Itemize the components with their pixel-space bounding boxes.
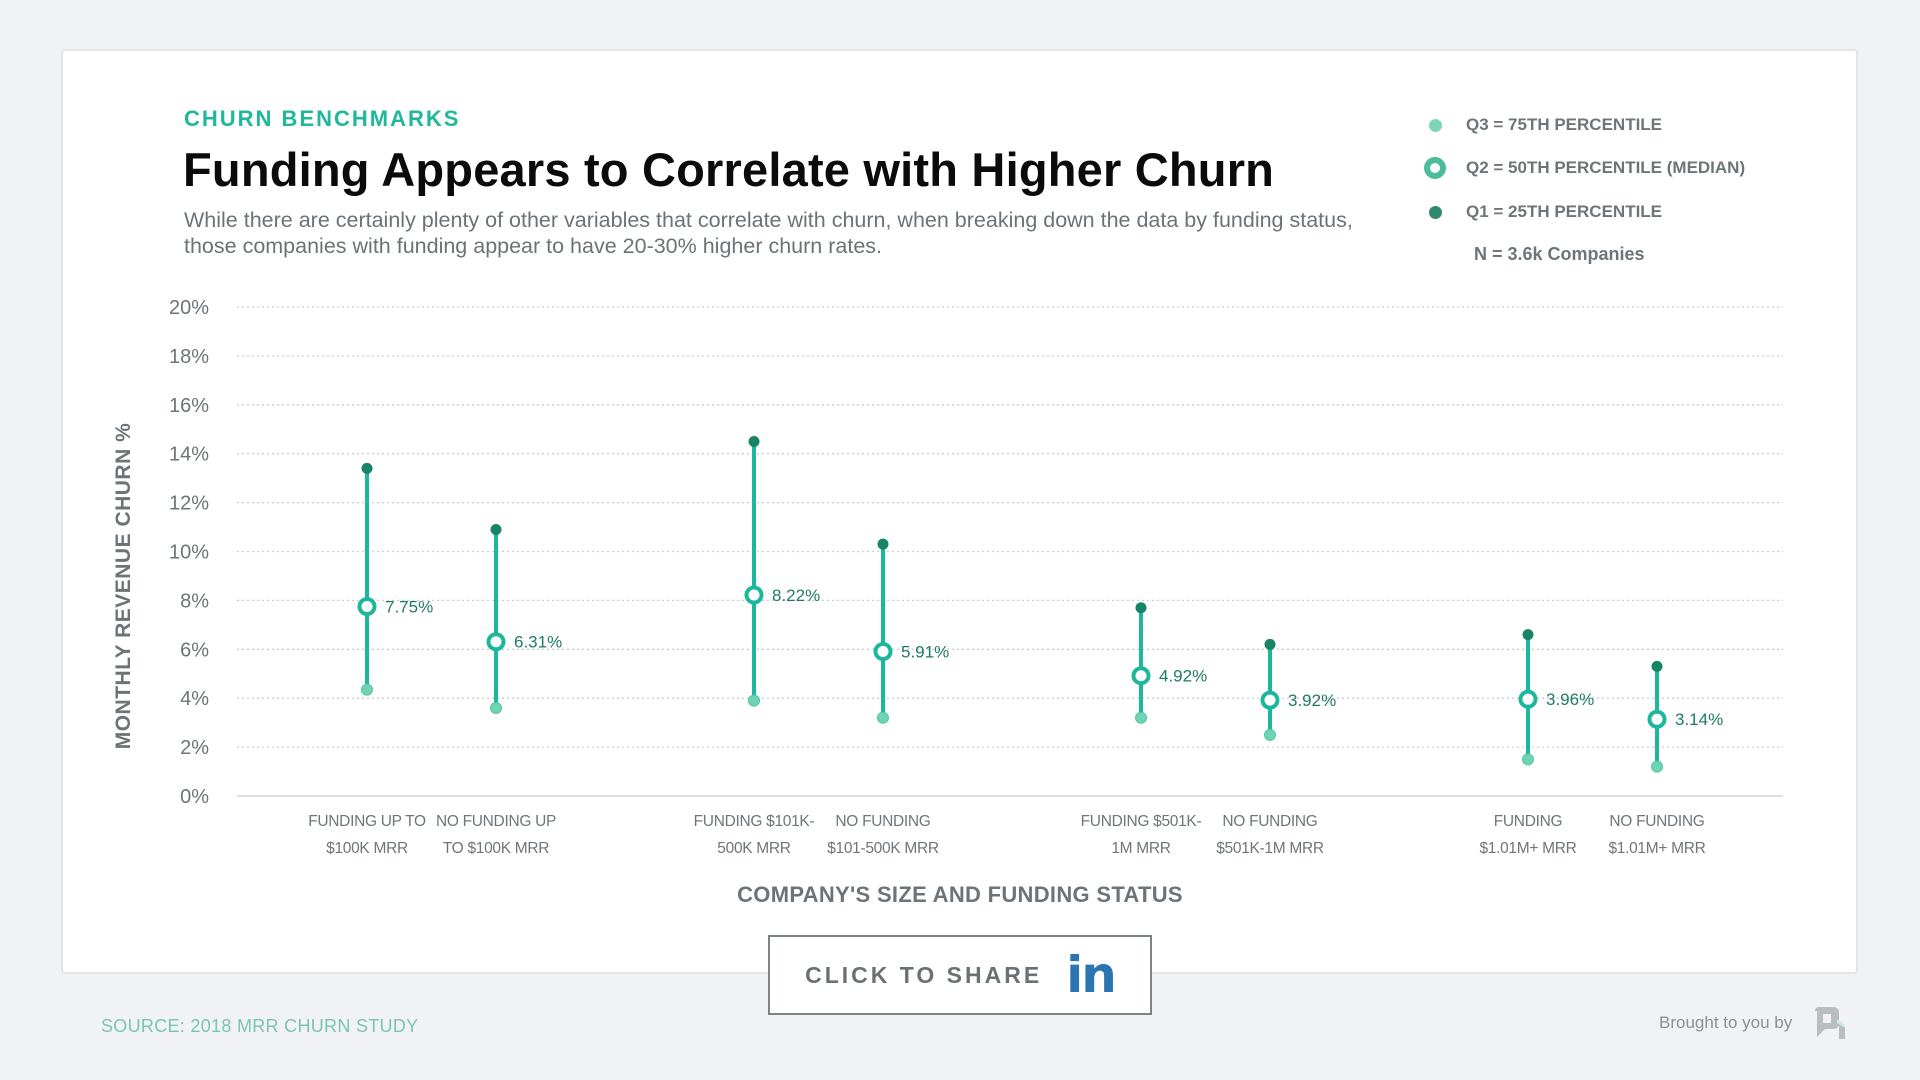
median-marker [1260,690,1280,710]
median-marker [1518,689,1538,709]
x-tick-label-line: NO FUNDING [1222,813,1317,830]
range-mark: 3.14% [1647,660,1723,773]
linkedin-icon: in [1066,946,1117,1004]
x-tick-label: FUNDING UP TO $100K MRR [308,813,426,857]
median-value-label: 4.92% [1159,667,1207,686]
grid-layer [237,306,1783,797]
y-tick-label: 8% [180,590,209,612]
x-tick-label-line: NO FUNDING [835,813,930,830]
y-tick-label: 4% [180,688,209,710]
median-marker [1647,709,1667,729]
x-tick-label: NO FUNDING $101-500K MRR [827,813,939,857]
median-marker [486,632,506,652]
range-mark: 8.22% [744,435,820,707]
y-tick-label: 2% [180,737,209,759]
y-tick-label: 0% [180,786,209,808]
median-marker [873,642,893,662]
x-tick-label-line: TO $100K MRR [443,840,549,857]
x-tick-label: FUNDING $1.01M+ MRR [1479,813,1576,857]
x-tick-label-line: FUNDING $101K- [694,813,815,830]
x-tick-label-line: $101-500K MRR [827,840,939,857]
x-tick-label-line: $1.01M+ MRR [1608,840,1705,857]
x-tick-labels: FUNDING UP TO $100K MRR NO FUNDING UP TO $1… [308,813,1706,857]
y-tick-label: 18% [169,346,209,368]
x-tick-label-line: $501K-1M MRR [1216,840,1324,857]
y-tick-label: 6% [180,639,209,661]
lower-dot [1522,753,1534,766]
upper-dot [490,523,502,535]
chart-marks: 7.75% 6.31% 8.22% 5.91% 4.92% 3.92% 3.96% 3.14% [357,435,1723,773]
x-tick-label-line: FUNDING UP TO [308,813,426,830]
median-value-label: 6.31% [514,633,562,652]
x-tick-label: NO FUNDING $1.01M+ MRR [1608,813,1705,857]
y-tick-label: 12% [169,493,209,515]
x-tick-label-line: 500K MRR [717,840,791,857]
median-value-label: 3.14% [1675,710,1723,729]
lower-dot [361,683,373,696]
brought-by-label: Brought to you by [1659,1013,1793,1032]
range-mark: 5.91% [873,538,949,724]
median-marker [744,585,764,605]
profitwell-logo-icon [1815,1007,1845,1039]
median-value-label: 3.92% [1288,691,1336,710]
y-tick-labels: 0% 2% 4% 6% 8% 10% 12% 14% 16% 18% 20% [169,297,209,808]
range-mark: 4.92% [1131,602,1207,724]
x-tick-label: FUNDING $501K- 1M MRR [1081,813,1202,857]
median-value-label: 3.96% [1546,690,1594,709]
lower-dot [748,694,760,707]
x-tick-label-line: $100K MRR [326,840,408,857]
lower-dot [490,701,502,714]
lower-dot [1135,711,1147,724]
y-axis-title: MONTHLY REVENUE CHURN % [112,423,135,750]
y-tick-label: 14% [169,444,209,466]
upper-dot [1135,602,1147,614]
median-marker [1131,666,1151,686]
upper-dot [748,435,760,447]
lower-dot [877,711,889,724]
x-tick-label: NO FUNDING UP TO $100K MRR [436,813,556,857]
range-mark: 7.75% [357,462,433,696]
median-value-label: 8.22% [772,586,820,605]
upper-dot [1522,629,1534,641]
x-tick-label-line: 1M MRR [1111,840,1170,857]
upper-dot [361,462,373,474]
x-tick-label-line: NO FUNDING [1609,813,1704,830]
lower-dot [1651,760,1663,773]
y-tick-label: 16% [169,395,209,417]
x-axis-title: COMPANY'S SIZE AND FUNDING STATUS [737,882,1183,907]
range-mark: 6.31% [486,523,562,714]
x-tick-label: FUNDING $101K- 500K MRR [694,813,815,857]
upper-dot [877,538,889,550]
x-tick-label: NO FUNDING $501K-1M MRR [1216,813,1324,857]
median-marker [357,597,377,617]
upper-dot [1264,638,1276,650]
upper-dot [1651,660,1663,672]
y-tick-label: 20% [169,297,209,319]
x-tick-label-line: FUNDING $501K- [1081,813,1202,830]
source-label: SOURCE: 2018 MRR CHURN STUDY [101,1016,419,1036]
y-tick-label: 10% [169,542,209,564]
range-mark: 3.92% [1260,638,1336,741]
x-tick-label-line: NO FUNDING UP [436,813,556,830]
lower-dot [1264,728,1276,741]
share-label: CLICK TO SHARE [805,961,1043,988]
x-tick-label-line: FUNDING [1494,813,1563,830]
median-value-label: 5.91% [901,643,949,662]
share-linkedin-button[interactable]: CLICK TO SHARE in [768,935,1152,1015]
x-tick-label-line: $1.01M+ MRR [1479,840,1576,857]
median-value-label: 7.75% [385,598,433,617]
chart-svg: 0% 2% 4% 6% 8% 10% 12% 14% 16% 18% 20% MONTHLY REV… [112,297,1783,857]
